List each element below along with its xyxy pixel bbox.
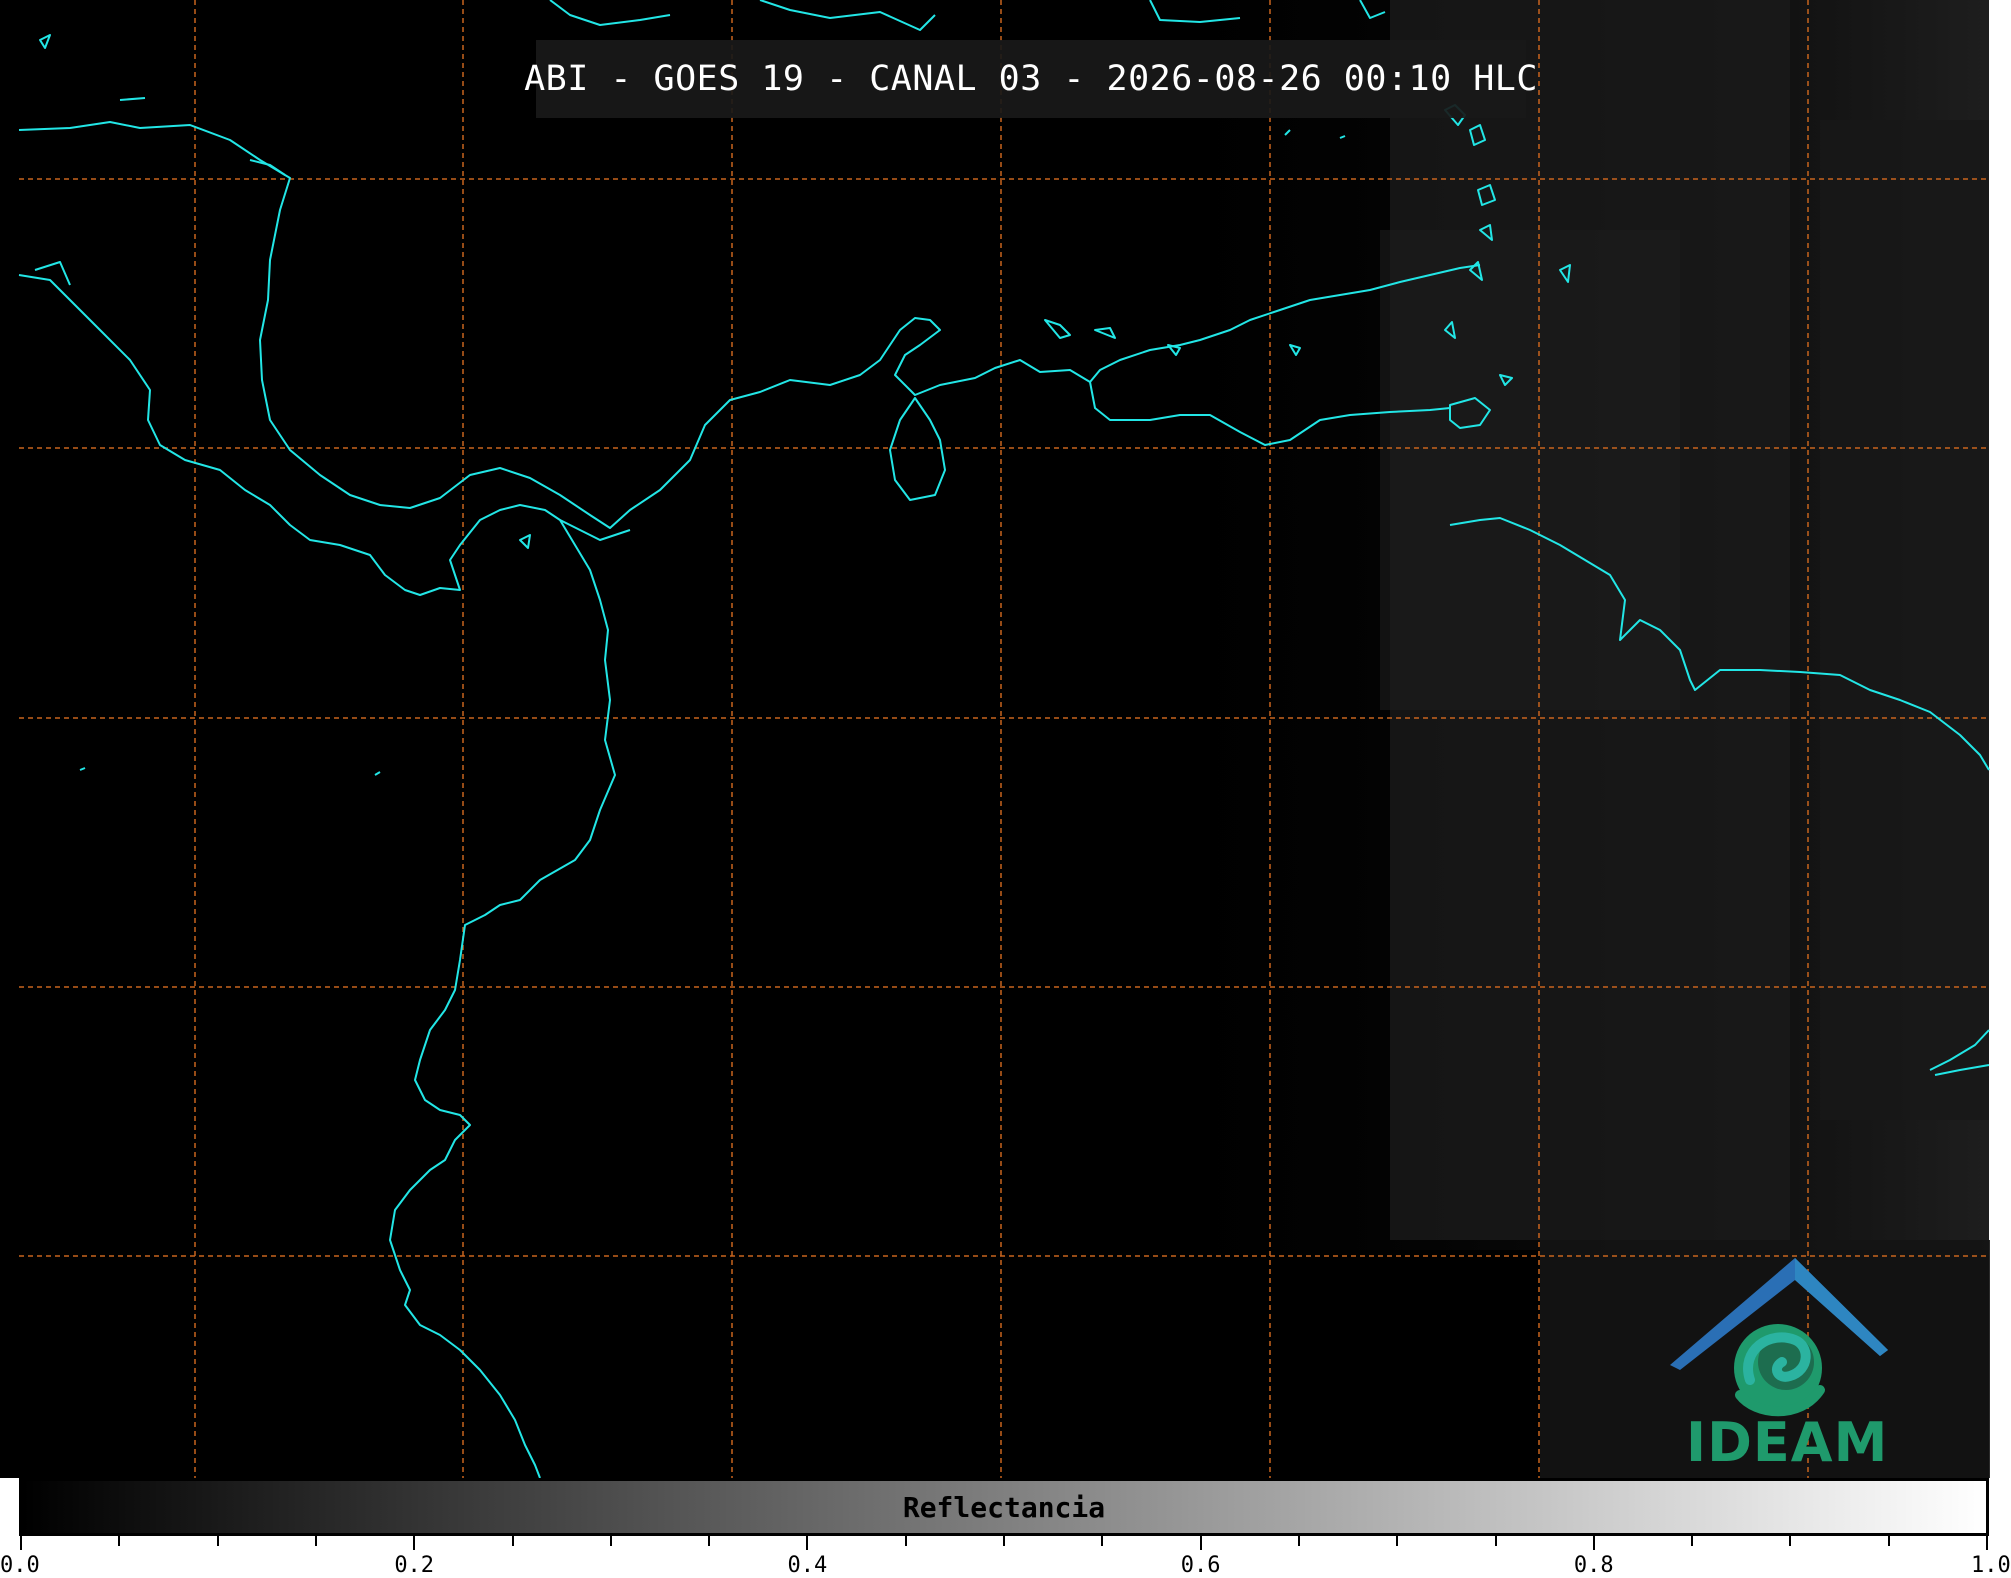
map-title: ABI - GOES 19 - CANAL 03 - 2026-08-26 00…: [524, 59, 1538, 99]
colorbar-tick-label: 1.0: [1971, 1553, 2011, 1578]
colorbar-label: Reflectancia: [902, 1491, 1106, 1524]
colorbar-tick-label: 0.2: [394, 1553, 435, 1578]
colorbar-minor-tick: [708, 1536, 711, 1546]
colorbar-major-tick: [20, 1536, 22, 1550]
colorbar-minor-tick: [314, 1536, 317, 1546]
colorbar-minor-tick: [1494, 1536, 1497, 1546]
colorbar-minor-tick: [1789, 1536, 1792, 1546]
colorbar-minor-tick: [1396, 1536, 1399, 1546]
colorbar-tick-label: 0.0: [0, 1553, 40, 1578]
colorbar-minor-tick: [1003, 1536, 1005, 1546]
ideam-logo-text: IDEAM: [1686, 1411, 1889, 1474]
colorbar-minor-tick: [609, 1536, 612, 1546]
colorbar-tick-label: 0.6: [1180, 1553, 1221, 1578]
colorbar-minor-tick: [118, 1536, 121, 1546]
colorbar: Reflectancia: [19, 1478, 1989, 1536]
colorbar-major-tick: [806, 1536, 809, 1550]
colorbar-tick-label: 0.8: [1573, 1553, 1614, 1578]
title-box: ABI - GOES 19 - CANAL 03 - 2026-08-26 00…: [524, 40, 1537, 118]
colorbar-minor-tick: [216, 1536, 219, 1546]
colorbar-minor-tick: [1101, 1536, 1104, 1546]
colorbar-minor-tick: [1297, 1536, 1300, 1546]
colorbar-major-tick: [1199, 1536, 1202, 1550]
colorbar-major-tick: [413, 1536, 416, 1550]
colorbar-minor-tick: [1887, 1536, 1890, 1546]
colorbar-minor-tick: [904, 1536, 907, 1546]
colorbar-minor-tick: [1691, 1536, 1694, 1546]
colorbar-major-tick: [1986, 1536, 1988, 1550]
colorbar-major-tick: [1592, 1536, 1595, 1550]
colorbar-minor-tick: [511, 1536, 514, 1546]
colorbar-tick-label: 0.4: [787, 1553, 828, 1578]
